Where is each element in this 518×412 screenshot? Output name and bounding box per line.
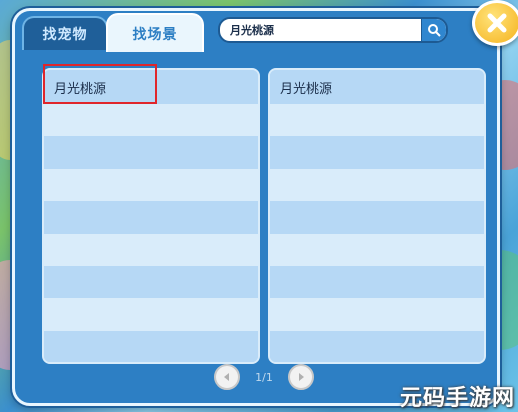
list-item[interactable] <box>270 136 484 169</box>
search-input[interactable]: 月光桃源 <box>220 22 421 38</box>
list-item[interactable] <box>270 265 484 299</box>
list-item[interactable] <box>44 233 258 266</box>
list-item[interactable] <box>44 104 258 137</box>
list-item[interactable] <box>270 104 484 137</box>
watermark: 元码手游网 <box>400 386 516 411</box>
pagination: 1/1 <box>214 364 314 390</box>
scene-list-left: 月光桃源 <box>42 68 260 364</box>
next-page-button[interactable] <box>287 364 314 390</box>
list-item[interactable]: 月光桃源 <box>270 70 484 104</box>
list-item[interactable] <box>44 265 258 299</box>
close-icon <box>487 13 507 33</box>
list-item[interactable] <box>270 168 484 202</box>
list-item[interactable] <box>270 233 484 266</box>
list-item[interactable] <box>44 168 258 202</box>
close-button[interactable] <box>472 0 518 46</box>
search-button[interactable] <box>421 19 446 41</box>
list-item[interactable] <box>44 330 258 362</box>
list-item[interactable] <box>44 136 258 169</box>
page-indicator: 1/1 <box>255 370 273 384</box>
tab-find-scenes[interactable]: 找场景 <box>106 13 204 52</box>
prev-page-button[interactable] <box>214 364 240 390</box>
right-arrow-icon <box>298 373 304 381</box>
list-item[interactable] <box>270 330 484 362</box>
left-arrow-icon <box>224 373 229 381</box>
tab-find-pets[interactable]: 找宠物 <box>22 16 108 50</box>
scene-list-right: 月光桃源 <box>268 68 486 364</box>
list-item[interactable] <box>270 298 484 331</box>
list-item[interactable] <box>44 201 258 234</box>
list-item[interactable] <box>44 298 258 331</box>
search-icon <box>428 24 441 37</box>
list-item[interactable] <box>270 201 484 234</box>
search-box[interactable]: 月光桃源 <box>218 17 448 43</box>
list-item[interactable]: 月光桃源 <box>44 70 258 104</box>
